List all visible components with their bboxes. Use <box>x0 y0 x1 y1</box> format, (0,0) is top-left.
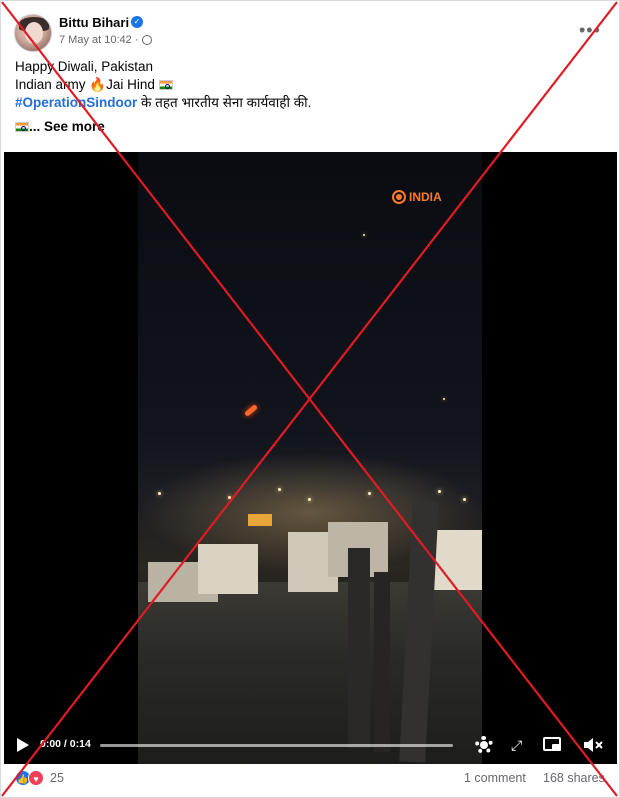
comments-count[interactable]: 1 comment <box>464 771 526 785</box>
post-line-2-text-b: Jai Hind <box>106 77 159 92</box>
post-line-2: Indian army 🔥Jai Hind <box>15 76 311 94</box>
video-time: 0:00 / 0:14 <box>40 738 91 750</box>
shares-count[interactable]: 168 shares <box>543 771 605 785</box>
author-name[interactable]: Bittu Bihari <box>59 15 129 30</box>
author-avatar[interactable] <box>14 14 52 52</box>
more-options-icon[interactable]: ••• <box>579 21 601 39</box>
channel-watermark: INDIA <box>392 190 442 204</box>
post-line-3: #OperationSindoor के तहत भारतीय सेना कार… <box>15 94 311 112</box>
settings-gear-icon[interactable] <box>475 736 493 754</box>
hashtag-link[interactable]: #OperationSindoor <box>15 95 137 110</box>
video-controls: 0:00 / 0:14 ⤢ <box>4 732 617 764</box>
post-text: Happy Diwali, Pakistan Indian army 🔥Jai … <box>15 58 311 136</box>
reactions-summary[interactable]: 👍 ♥ 25 <box>15 770 64 786</box>
post-meta: 7 May at 10:42 · <box>59 34 152 46</box>
channel-logo-icon <box>392 190 406 204</box>
video-player[interactable]: INDIA 0:00 / 0:14 ⤢ <box>4 152 617 764</box>
watermark-text: INDIA <box>409 190 442 204</box>
globe-icon <box>141 35 152 45</box>
see-more-link[interactable]: ... See more <box>29 119 105 134</box>
love-reaction-icon: ♥ <box>28 770 44 786</box>
post-line-2-text: Indian army <box>15 77 90 92</box>
post-timestamp[interactable]: 7 May at 10:42 · <box>59 34 139 46</box>
post-line-4: ... See more <box>15 118 311 136</box>
india-flag-icon <box>158 80 173 90</box>
mute-icon[interactable] <box>582 736 604 754</box>
projectile-streak <box>244 404 258 417</box>
post-line-1: Happy Diwali, Pakistan <box>15 59 154 74</box>
facebook-post-card: Bittu Bihari ✓ 7 May at 10:42 · ••• Happ… <box>0 0 620 798</box>
play-icon[interactable] <box>17 738 29 752</box>
fire-emoji-icon: 🔥 <box>89 77 107 92</box>
india-flag-icon <box>15 122 29 132</box>
picture-in-picture-icon[interactable] <box>543 737 561 751</box>
post-line-3-text: के तहत भारतीय सेना कार्यवाही की. <box>137 95 312 110</box>
verified-badge-icon: ✓ <box>131 16 143 28</box>
reaction-count: 25 <box>50 771 64 785</box>
video-frame[interactable]: INDIA <box>138 152 482 764</box>
progress-bar[interactable] <box>100 744 453 747</box>
fullscreen-icon[interactable]: ⤢ <box>511 737 527 753</box>
